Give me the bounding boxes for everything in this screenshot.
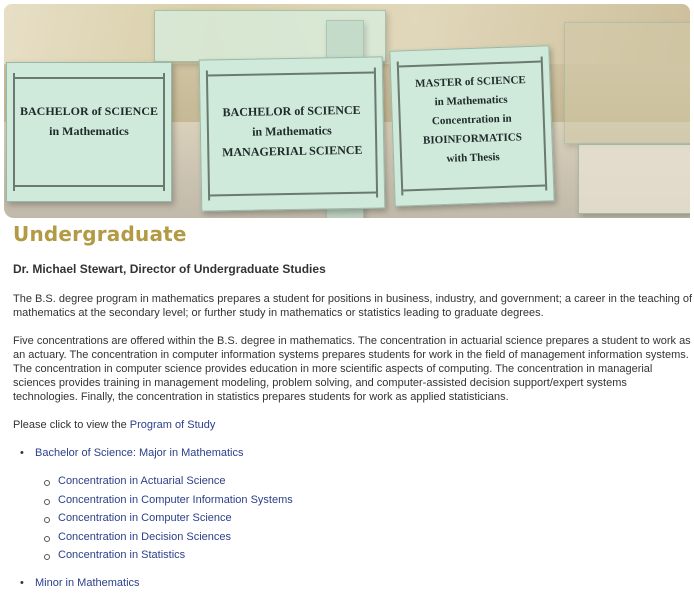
concentration-list: Concentration in Actuarial Science Conce…: [44, 475, 293, 568]
brochure-card-text: BACHELOR of SCIENCE in Mathematics MANAG…: [200, 99, 383, 162]
list-item: Concentration in Computer Science: [44, 512, 293, 531]
bachelor-major-link[interactable]: Bachelor of Science: Major in Mathematic…: [35, 447, 243, 459]
statistics-link[interactable]: Concentration in Statistics: [58, 549, 185, 561]
minor-in-mathematics-link[interactable]: Minor in Mathematics: [35, 577, 140, 589]
intro-paragraph: The B.S. degree program in mathematics p…: [13, 293, 693, 319]
page-title: Undergraduate: [13, 222, 187, 246]
brochure-line: BACHELOR of SCIENCE: [19, 104, 159, 118]
header-banner-image: BACHELOR of SCIENCE in Mathematics BACHE…: [4, 4, 690, 218]
brochure-card-text: BACHELOR of SCIENCE in Mathematics: [7, 101, 171, 141]
degree-list: Bachelor of Science: Major in Mathematic…: [20, 447, 243, 459]
brochure-line: MANAGERIAL SCIENCE: [221, 142, 363, 160]
concentrations-paragraph: Five concentrations are offered within t…: [13, 335, 691, 403]
list-item: Concentration in Statistics: [44, 549, 293, 568]
brochure-card-text: MASTER of SCIENCE in Mathematics Concent…: [391, 70, 552, 170]
brochure-line: in Mathematics: [49, 124, 129, 138]
computer-information-systems-link[interactable]: Concentration in Computer Information Sy…: [58, 494, 293, 506]
list-item: Minor in Mathematics: [20, 577, 140, 589]
program-of-study-link[interactable]: Program of Study: [130, 419, 216, 431]
program-of-study-prompt: Please click to view the Program of Stud…: [13, 418, 693, 432]
brochure-line: BACHELOR of SCIENCE: [222, 102, 361, 120]
brochure-card-back: [578, 144, 690, 214]
brochure-card-back: [564, 22, 690, 144]
minor-list: Minor in Mathematics: [20, 577, 140, 589]
brochure-card-bachelor-managerial: BACHELOR of SCIENCE in Mathematics MANAG…: [198, 56, 386, 212]
list-item: Concentration in Computer Information Sy…: [44, 494, 293, 513]
list-item: Bachelor of Science: Major in Mathematic…: [20, 447, 243, 459]
decision-sciences-link[interactable]: Concentration in Decision Sciences: [58, 531, 231, 543]
actuarial-science-link[interactable]: Concentration in Actuarial Science: [58, 475, 226, 487]
director-name: Dr. Michael Stewart, Director of Undergr…: [13, 262, 326, 276]
list-item: Concentration in Decision Sciences: [44, 531, 293, 550]
computer-science-link[interactable]: Concentration in Computer Science: [58, 512, 232, 524]
prompt-text: Please click to view the: [13, 419, 130, 431]
list-item: Concentration in Actuarial Science: [44, 475, 293, 494]
brochure-card-bachelor-math: BACHELOR of SCIENCE in Mathematics: [6, 62, 172, 202]
brochure-card-master-bioinformatics: MASTER of SCIENCE in Mathematics Concent…: [389, 45, 555, 207]
